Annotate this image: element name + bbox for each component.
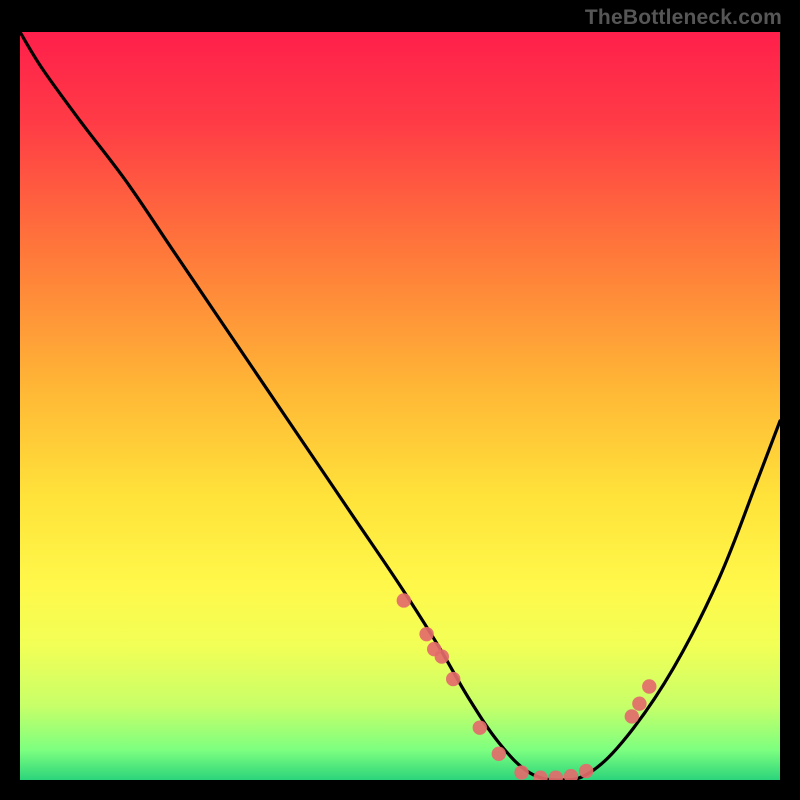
curve-marker <box>632 697 646 711</box>
gradient-background <box>20 32 780 780</box>
curve-marker <box>514 765 528 779</box>
curve-marker <box>397 593 411 607</box>
curve-marker <box>435 649 449 663</box>
watermark-text: TheBottleneck.com <box>585 6 782 30</box>
curve-marker <box>579 764 593 778</box>
curve-marker <box>492 747 506 761</box>
curve-marker <box>419 627 433 641</box>
curve-marker <box>642 679 656 693</box>
curve-marker <box>446 672 460 686</box>
curve-marker <box>625 709 639 723</box>
bottleneck-curve-chart <box>20 32 780 780</box>
curve-marker <box>473 720 487 734</box>
chart-frame <box>20 32 780 780</box>
